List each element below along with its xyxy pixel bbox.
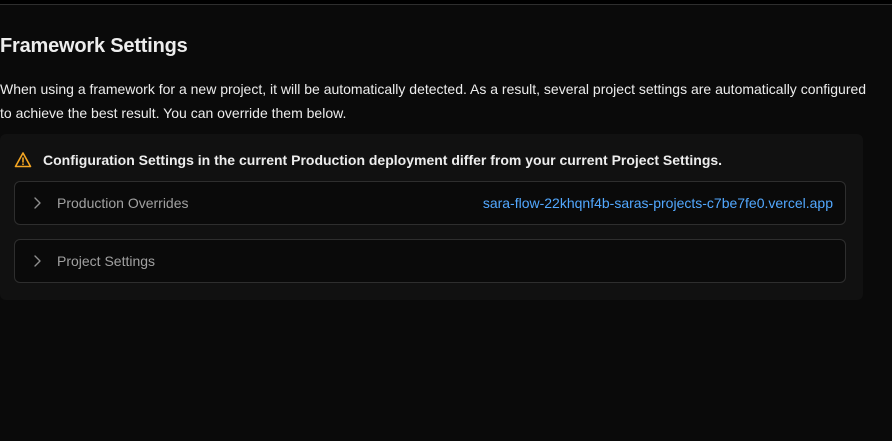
chevron-right-icon[interactable] bbox=[29, 253, 45, 269]
deployment-url-link[interactable]: sara-flow-22khqnf4b-saras-projects-c7be7… bbox=[483, 195, 833, 211]
production-overrides-label: Production Overrides bbox=[57, 195, 189, 211]
section-description: When using a framework for a new project… bbox=[0, 81, 867, 121]
project-settings-accordion[interactable]: Project Settings bbox=[14, 239, 846, 283]
configuration-warning-box: Configuration Settings in the current Pr… bbox=[0, 134, 863, 300]
warning-text: Configuration Settings in the current Pr… bbox=[43, 152, 723, 168]
framework-settings-panel: Framework Settings When using a framewor… bbox=[0, 4, 892, 441]
chevron-right-icon[interactable] bbox=[29, 195, 45, 211]
warning-triangle-icon bbox=[14, 151, 32, 169]
warning-row: Configuration Settings in the current Pr… bbox=[14, 150, 722, 170]
section-title: Framework Settings bbox=[0, 35, 188, 57]
production-overrides-accordion[interactable]: Production Overrides sara-flow-22khqnf4b… bbox=[14, 181, 846, 225]
project-settings-label: Project Settings bbox=[57, 253, 156, 269]
